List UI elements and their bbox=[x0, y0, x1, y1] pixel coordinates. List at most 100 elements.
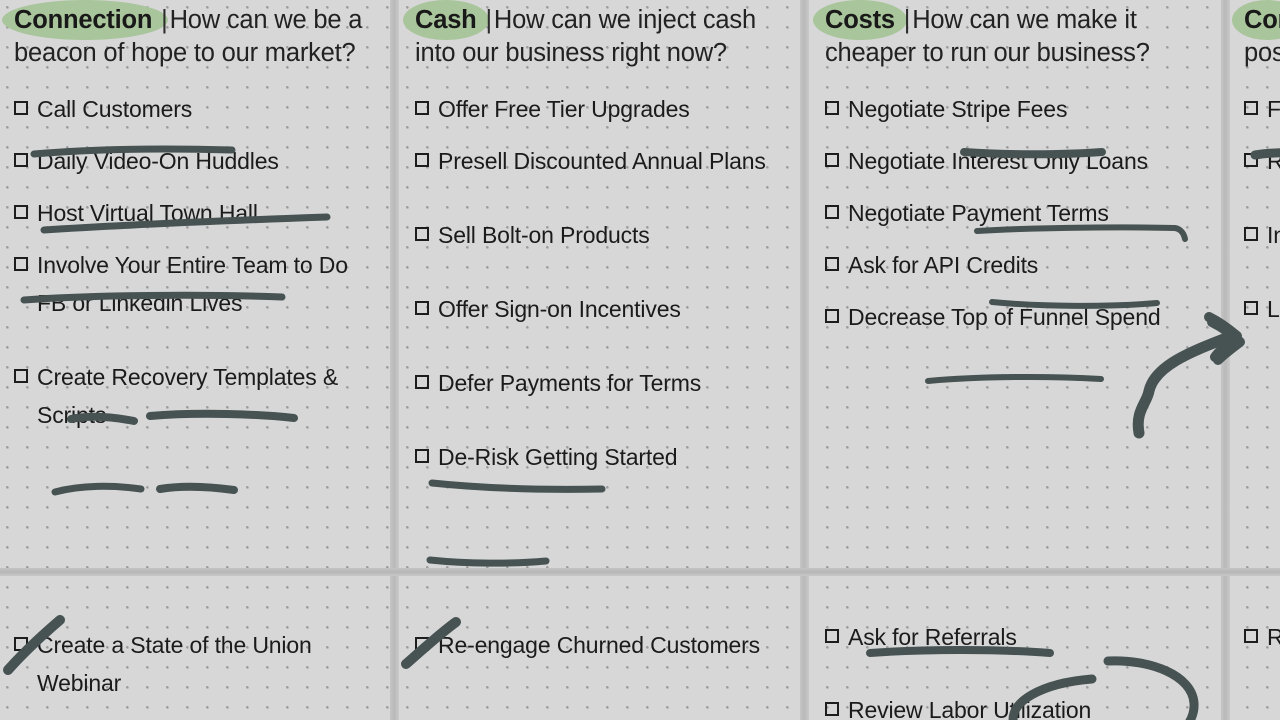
checkbox-icon[interactable] bbox=[415, 301, 429, 315]
checkbox-icon[interactable] bbox=[14, 369, 28, 383]
list-item-label: Presell Discounted Annual Plans bbox=[438, 148, 766, 174]
list-item[interactable]: R B bbox=[1244, 142, 1280, 180]
header-separator: | bbox=[485, 6, 492, 34]
list-item[interactable]: Defer Payments for Terms bbox=[415, 364, 783, 402]
list-item-label: R B bbox=[1267, 148, 1280, 174]
column-divider-1 bbox=[390, 0, 399, 720]
list-item[interactable]: De-Risk Getting Started bbox=[415, 438, 783, 476]
list-item[interactable]: Host Virtual Town Hall bbox=[14, 194, 382, 232]
list-item-label: Negotiate Payment Terms bbox=[848, 200, 1109, 226]
list-item[interactable]: Call Customers bbox=[14, 90, 382, 128]
list-item[interactable]: Sell Bolt-on Products bbox=[415, 216, 783, 254]
task-list-core: F R B In S L W bbox=[1232, 90, 1280, 328]
list-item[interactable]: Negotiate Interest Only Loans bbox=[825, 142, 1193, 180]
task-list-costs-bottom: Ask for Referrals Review Labor Utilizati… bbox=[811, 618, 1203, 720]
checkbox-icon[interactable] bbox=[1244, 629, 1258, 643]
column-header-core: Cor pos bbox=[1232, 0, 1280, 70]
list-item[interactable]: L W bbox=[1244, 290, 1280, 328]
list-item-label: L W bbox=[1267, 296, 1280, 322]
checkbox-icon[interactable] bbox=[1244, 227, 1258, 241]
category-label-costs: Costs bbox=[825, 6, 895, 34]
list-item[interactable]: Offer Free Tier Upgrades bbox=[415, 90, 783, 128]
column-costs-bottom: Ask for Referrals Review Labor Utilizati… bbox=[811, 578, 1203, 720]
list-item-label: Decrease Top of Funnel Spend bbox=[848, 304, 1161, 330]
list-item[interactable]: Create a State of the Union Webinar bbox=[14, 626, 382, 702]
column-core-top: Cor pos F R B In S L W bbox=[1232, 0, 1280, 570]
task-list-cash-bottom: Re-engage Churned Customers bbox=[401, 626, 793, 664]
list-item-label: Ask for Referrals bbox=[848, 624, 1017, 650]
checkbox-icon[interactable] bbox=[415, 227, 429, 241]
checkbox-icon[interactable] bbox=[1244, 101, 1258, 115]
category-label-core: Cor bbox=[1244, 6, 1280, 34]
column-connection-bottom: Create a State of the Union Webinar bbox=[0, 578, 392, 720]
list-item-label: Host Virtual Town Hall bbox=[37, 200, 258, 226]
list-item-label: Call Customers bbox=[37, 96, 193, 122]
list-item-label: Daily Video-On Huddles bbox=[37, 148, 279, 174]
checkbox-icon[interactable] bbox=[825, 101, 839, 115]
checkbox-icon[interactable] bbox=[14, 637, 28, 651]
list-item-label: Offer Sign-on Incentives bbox=[438, 296, 681, 322]
task-list-connection-bottom: Create a State of the Union Webinar bbox=[0, 626, 392, 702]
header-separator: | bbox=[161, 6, 168, 34]
list-item[interactable]: Daily Video-On Huddles bbox=[14, 142, 382, 180]
column-cash-bottom: Re-engage Churned Customers bbox=[401, 578, 793, 720]
list-item[interactable]: Ask for Referrals bbox=[825, 618, 1193, 656]
checkbox-icon[interactable] bbox=[825, 702, 839, 716]
list-item-label: Offer Free Tier Upgrades bbox=[438, 96, 690, 122]
list-item-label: F bbox=[1267, 96, 1280, 122]
checkbox-icon[interactable] bbox=[14, 153, 28, 167]
list-item[interactable]: Negotiate Stripe Fees bbox=[825, 90, 1193, 128]
column-header-cash: Cash |How can we inject cash into our bu… bbox=[401, 0, 793, 70]
list-item-label: Review Labor Utilization bbox=[848, 697, 1092, 720]
column-connection-top: Connection |How can we be a beacon of ho… bbox=[0, 0, 392, 570]
task-list-connection: Call Customers Daily Video-On Huddles Ho… bbox=[0, 90, 392, 434]
list-item[interactable]: Ask for API Credits bbox=[825, 246, 1193, 284]
checkbox-icon[interactable] bbox=[825, 309, 839, 323]
list-item[interactable]: Involve Your Entire Team to Do FB or Lin… bbox=[14, 246, 382, 322]
list-item[interactable]: Review Labor Utilization bbox=[825, 691, 1193, 720]
list-item[interactable]: Decrease Top of Funnel Spend bbox=[825, 298, 1193, 336]
list-item[interactable]: R bbox=[1244, 618, 1280, 656]
list-item[interactable]: Create Recovery Templates & Scripts bbox=[14, 358, 382, 434]
column-divider-3 bbox=[1221, 0, 1230, 720]
list-item[interactable]: Presell Discounted Annual Plans bbox=[415, 142, 783, 180]
checkbox-icon[interactable] bbox=[415, 153, 429, 167]
column-header-costs: Costs |How can we make it cheaper to run… bbox=[811, 0, 1203, 70]
column-core-bottom: R bbox=[1232, 578, 1280, 720]
checkbox-icon[interactable] bbox=[415, 375, 429, 389]
list-item[interactable]: Offer Sign-on Incentives bbox=[415, 290, 783, 328]
list-item-label: Involve Your Entire Team to Do FB or Lin… bbox=[37, 252, 348, 316]
list-item[interactable]: In S bbox=[1244, 216, 1280, 254]
whiteboard-canvas: Connection |How can we be a beacon of ho… bbox=[0, 0, 1280, 720]
checkbox-icon[interactable] bbox=[415, 637, 429, 651]
category-label-cash: Cash bbox=[415, 6, 477, 34]
list-item-label: In S bbox=[1267, 222, 1280, 248]
list-item[interactable]: Re-engage Churned Customers bbox=[415, 626, 783, 664]
list-item[interactable]: Negotiate Payment Terms bbox=[825, 194, 1193, 232]
checkbox-icon[interactable] bbox=[415, 101, 429, 115]
list-item-label: Defer Payments for Terms bbox=[438, 370, 702, 396]
checkbox-icon[interactable] bbox=[1244, 301, 1258, 315]
column-cash-top: Cash |How can we inject cash into our bu… bbox=[401, 0, 793, 570]
column-costs-top: Costs |How can we make it cheaper to run… bbox=[811, 0, 1203, 570]
checkbox-icon[interactable] bbox=[1244, 153, 1258, 167]
task-list-cash: Offer Free Tier Upgrades Presell Discoun… bbox=[401, 90, 793, 476]
list-item-label: Create Recovery Templates & Scripts bbox=[37, 364, 339, 428]
list-item-label: Ask for API Credits bbox=[848, 252, 1039, 278]
header-separator: | bbox=[903, 6, 911, 34]
checkbox-icon[interactable] bbox=[825, 205, 839, 219]
header-question-core: pos bbox=[1244, 39, 1280, 67]
checkbox-icon[interactable] bbox=[825, 153, 839, 167]
list-item-label: Sell Bolt-on Products bbox=[438, 222, 650, 248]
column-divider-2 bbox=[800, 0, 809, 720]
checkbox-icon[interactable] bbox=[14, 257, 28, 271]
checkbox-icon[interactable] bbox=[14, 205, 28, 219]
checkbox-icon[interactable] bbox=[14, 101, 28, 115]
checkbox-icon[interactable] bbox=[825, 257, 839, 271]
list-item[interactable]: F bbox=[1244, 90, 1280, 128]
list-item-label: Negotiate Interest Only Loans bbox=[848, 148, 1148, 174]
category-label-connection: Connection bbox=[14, 6, 153, 34]
checkbox-icon[interactable] bbox=[415, 449, 429, 463]
checkbox-icon[interactable] bbox=[825, 629, 839, 643]
list-item-label: Create a State of the Union Webinar bbox=[37, 632, 312, 696]
